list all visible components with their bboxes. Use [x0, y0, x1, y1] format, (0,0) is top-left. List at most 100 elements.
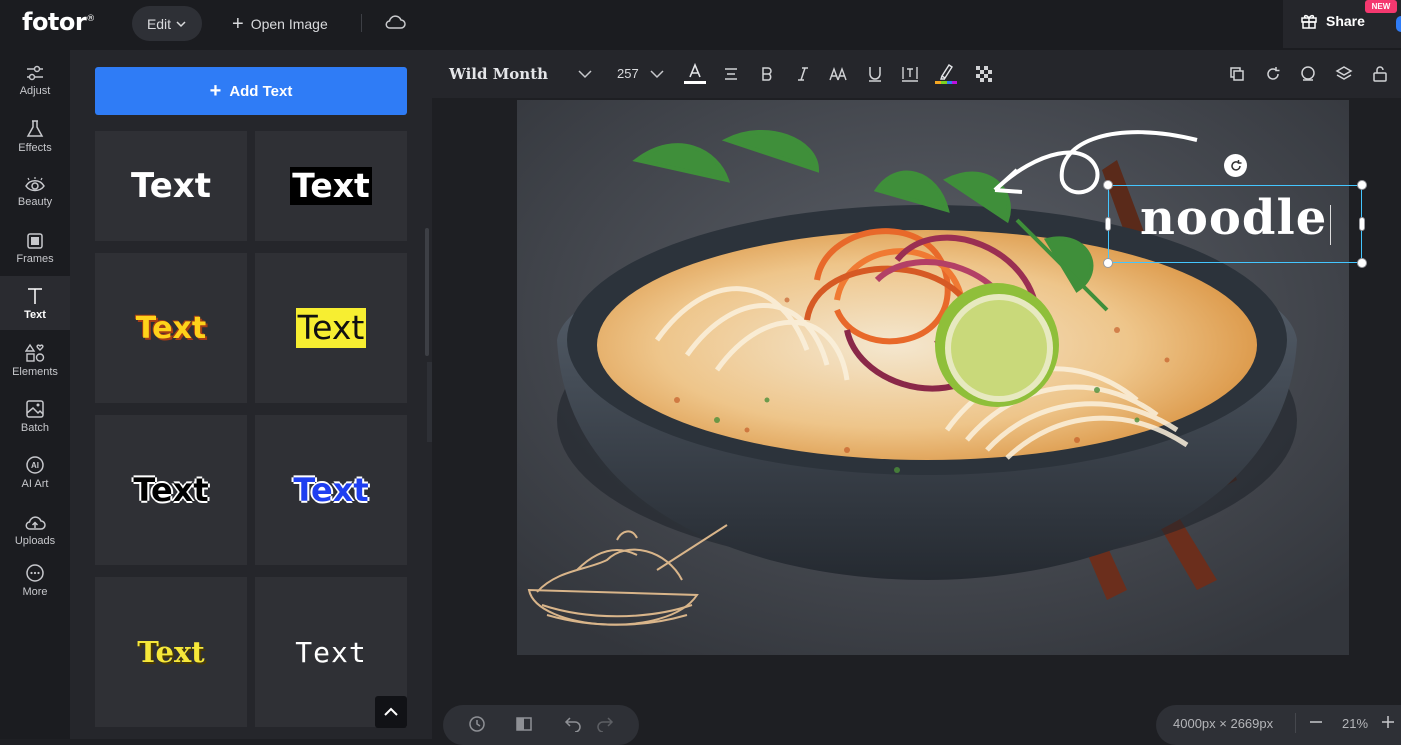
panel-scrollbar[interactable]	[425, 228, 429, 356]
text-preset-sample: Text	[135, 310, 207, 346]
share-button[interactable]: Share	[1300, 12, 1365, 30]
sidebar-item-frames[interactable]: Frames	[0, 222, 70, 274]
bold-icon	[762, 67, 772, 81]
italic-button[interactable]	[794, 62, 812, 86]
text-color-button[interactable]	[683, 62, 707, 86]
cloud-upload-icon	[25, 515, 46, 530]
resize-handle-right[interactable]	[1359, 217, 1365, 231]
flask-icon	[26, 119, 44, 137]
frame-icon	[27, 232, 43, 249]
chevron-up-icon	[384, 707, 398, 716]
history-icon[interactable]	[468, 715, 486, 733]
fotor-logo[interactable]: fotor®	[22, 8, 95, 36]
canvas-text-layer[interactable]: noodle	[1140, 190, 1327, 246]
sidebar-item-label: AI Art	[21, 477, 49, 490]
edit-menu-button[interactable]: Edit	[132, 6, 202, 41]
spacing-button[interactable]	[900, 62, 920, 86]
share-label: Share	[1326, 13, 1365, 29]
text-preset-tile[interactable]: Text	[95, 577, 247, 727]
add-text-button[interactable]: + Add Text	[95, 67, 407, 115]
image-dimensions: 4000px × 2669px	[1173, 716, 1274, 731]
align-button[interactable]	[722, 62, 740, 86]
plus-icon: +	[209, 80, 222, 102]
shapes-icon	[25, 343, 45, 362]
zoom-level[interactable]: 21%	[1342, 716, 1368, 731]
zoom-in-icon[interactable]	[1381, 715, 1395, 729]
sidebar-item-label: Frames	[16, 252, 54, 265]
text-preset-tile[interactable]: Text	[95, 131, 247, 241]
noodle-photo[interactable]	[517, 100, 1349, 655]
sidebar-item-text[interactable]: Text	[0, 276, 70, 330]
sidebar-item-uploads[interactable]: Uploads	[0, 502, 70, 558]
sidebar-item-effects[interactable]: Effects	[0, 110, 70, 162]
underline-button[interactable]	[866, 62, 884, 86]
sidebar-item-beauty[interactable]: Beauty	[0, 166, 70, 218]
resize-handle-bottom-right[interactable]	[1357, 258, 1367, 268]
account-avatar[interactable]	[1396, 16, 1401, 32]
scroll-to-top-button[interactable]	[375, 696, 407, 728]
text-case-icon	[829, 66, 847, 81]
sidebar-item-label: More	[22, 585, 48, 598]
text-preset-tile[interactable]: Text	[95, 253, 247, 403]
zoom-out-icon[interactable]	[1309, 715, 1323, 729]
lock-button[interactable]	[1371, 62, 1389, 86]
resize-handle-bottom-left[interactable]	[1103, 258, 1113, 268]
effects-button[interactable]	[1298, 62, 1318, 86]
align-center-icon	[725, 68, 737, 80]
font-family-select[interactable]: Wild Month	[449, 65, 548, 83]
edit-label: Edit	[146, 15, 172, 32]
resize-handle-top-right[interactable]	[1357, 180, 1367, 190]
text-preset-tile[interactable]: Text	[95, 415, 247, 565]
checkerboard-icon	[976, 66, 992, 82]
sidebar-item-label: Uploads	[14, 534, 56, 547]
font-size-select[interactable]: 257	[617, 66, 639, 81]
text-preset-tile[interactable]: Text	[255, 253, 407, 403]
resize-handle-left[interactable]	[1105, 217, 1111, 231]
bold-button[interactable]	[758, 62, 776, 86]
duplicate-icon	[1230, 67, 1244, 81]
sidebar-item-ai-art[interactable]: AI AI Art	[0, 446, 70, 498]
sidebar-item-label: Elements	[12, 365, 58, 378]
redo-icon[interactable]	[596, 714, 614, 732]
sidebar-item-elements[interactable]: Elements	[0, 334, 70, 386]
rotate-button[interactable]	[1264, 62, 1282, 86]
underline-icon	[869, 67, 881, 82]
text-icon	[28, 287, 42, 304]
letter-spacing-icon	[902, 67, 918, 82]
text-preset-tile[interactable]: Text	[255, 131, 407, 241]
rotate-icon	[1267, 67, 1280, 80]
resize-handle-top-left[interactable]	[1103, 180, 1113, 190]
sidebar-item-label: Adjust	[19, 84, 51, 97]
top-bar	[0, 0, 1401, 50]
rotate-handle[interactable]	[1224, 154, 1247, 177]
sidebar-item-label: Text	[24, 308, 46, 321]
sidebar-item-batch[interactable]: Batch	[0, 390, 70, 442]
sidebar-item-label: Batch	[20, 421, 50, 434]
transparency-button[interactable]	[975, 62, 993, 86]
sidebar-item-more[interactable]: More	[0, 554, 70, 606]
sidebar-item-adjust[interactable]: Adjust	[0, 54, 70, 106]
sidebar-item-label: Beauty	[17, 195, 53, 208]
chevron-down-icon[interactable]	[650, 69, 664, 79]
text-preset-sample: Text	[290, 166, 372, 205]
highlighter-icon	[935, 64, 957, 84]
compare-icon[interactable]	[515, 715, 533, 733]
new-badge: NEW	[1365, 0, 1397, 13]
sidebar-item-label: Effects	[18, 141, 52, 154]
text-case-button[interactable]	[828, 62, 850, 86]
text-preset-sample: Text	[133, 471, 209, 509]
cloud-icon[interactable]	[384, 13, 406, 31]
text-color-icon	[684, 62, 706, 84]
lock-icon	[1373, 66, 1387, 82]
italic-icon	[798, 67, 808, 81]
open-image-button[interactable]: + Open Image	[232, 12, 328, 36]
undo-icon[interactable]	[564, 714, 582, 732]
text-preset-tile[interactable]: Text	[255, 415, 407, 565]
duplicate-button[interactable]	[1228, 62, 1246, 86]
gift-icon	[1301, 14, 1317, 29]
highlight-button[interactable]	[934, 62, 958, 86]
layers-button[interactable]	[1334, 62, 1354, 86]
ai-icon: AI	[26, 455, 44, 474]
chevron-down-icon[interactable]	[578, 69, 592, 79]
rotate-icon	[1230, 159, 1241, 171]
